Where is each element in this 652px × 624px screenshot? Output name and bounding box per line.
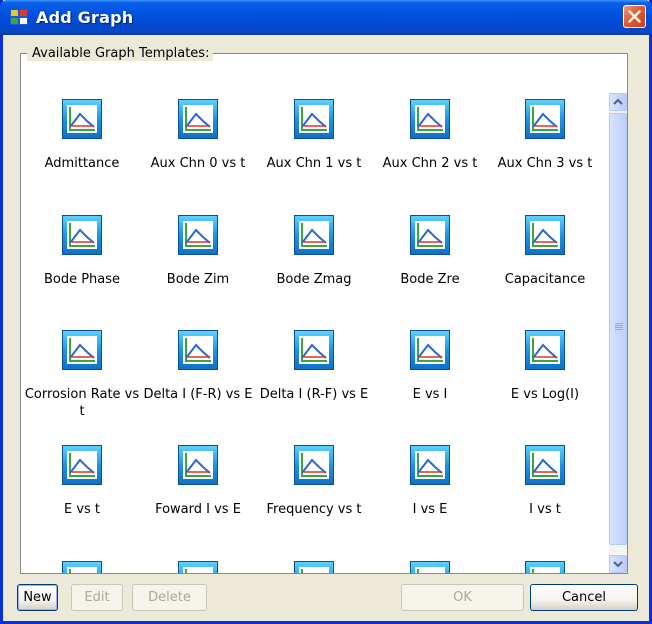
- thumb-grip-line: [615, 325, 623, 326]
- graph-template-icon: [62, 561, 102, 573]
- template-label: Aux Chn 3 vs t: [497, 156, 593, 171]
- new-button[interactable]: New: [17, 584, 58, 611]
- graph-template-icon: [62, 215, 102, 255]
- graph-template-icon: [62, 99, 102, 139]
- graph-template-icon: [178, 561, 218, 573]
- template-label: Corrosion Rate vs t: [24, 387, 140, 419]
- template-label: Foward I vs E: [155, 502, 241, 517]
- template-label: Aux Chn 1 vs t: [266, 156, 362, 171]
- template-item[interactable]: Bode Phase: [23, 215, 141, 288]
- graph-template-icon: [178, 215, 218, 255]
- scroll-thumb[interactable]: [609, 113, 627, 545]
- template-item[interactable]: Bode Zre: [371, 215, 489, 288]
- graph-template-icon: [410, 99, 450, 139]
- thumb-grip-line: [615, 327, 623, 328]
- template-item[interactable]: I vs E: [371, 445, 489, 518]
- graph-template-icon: [525, 99, 565, 139]
- window-title: Add Graph: [36, 8, 134, 27]
- template-item[interactable]: E vs I: [371, 330, 489, 403]
- template-item[interactable]: Aux Chn 0 vs t: [139, 99, 257, 172]
- template-item[interactable]: [23, 561, 141, 573]
- template-item[interactable]: Delta I (F-R) vs E: [139, 330, 257, 403]
- template-item[interactable]: Delta I (R-F) vs E: [255, 330, 373, 403]
- template-label: Bode Zim: [166, 272, 230, 287]
- title-bar[interactable]: Add Graph: [0, 0, 652, 35]
- template-item[interactable]: Capacitance: [486, 215, 604, 288]
- graph-template-icon: [178, 330, 218, 370]
- graph-template-icon: [525, 215, 565, 255]
- template-item[interactable]: E vs t: [23, 445, 141, 518]
- cancel-button[interactable]: Cancel: [530, 584, 638, 611]
- template-item[interactable]: Bode Zim: [139, 215, 257, 288]
- scroll-up-button[interactable]: [609, 93, 627, 111]
- ok-button[interactable]: OK: [401, 584, 524, 611]
- template-item[interactable]: Frequency vs t: [255, 445, 373, 518]
- graph-template-icon: [525, 561, 565, 573]
- dialog-body: Available Graph Templates: Admittance Aux…: [3, 35, 649, 621]
- template-item[interactable]: Admittance: [23, 99, 141, 172]
- template-label: Aux Chn 0 vs t: [150, 156, 246, 171]
- template-label: I vs E: [412, 502, 448, 517]
- edit-button[interactable]: Edit: [71, 584, 123, 611]
- template-label: Aux Chn 2 vs t: [382, 156, 478, 171]
- template-list[interactable]: Admittance Aux Chn 0 vs t Aux Chn 1 vs t Au…: [21, 93, 608, 573]
- graph-template-icon: [410, 445, 450, 485]
- template-item[interactable]: Bode Zmag: [255, 215, 373, 288]
- vertical-scrollbar[interactable]: [609, 93, 627, 573]
- template-item[interactable]: I vs t: [486, 445, 604, 518]
- template-label: Bode Phase: [43, 272, 121, 287]
- template-label: Bode Zmag: [276, 272, 352, 287]
- graph-template-icon: [62, 330, 102, 370]
- graph-template-icon: [294, 561, 334, 573]
- template-label: Delta I (R-F) vs E: [259, 387, 369, 402]
- add-graph-dialog: Add Graph Available Graph Templates: Adm…: [0, 0, 652, 624]
- template-item[interactable]: [139, 561, 257, 573]
- thumb-grip-line: [615, 323, 623, 324]
- app-icon: [10, 9, 28, 25]
- graph-template-icon: [178, 445, 218, 485]
- graph-template-icon: [410, 215, 450, 255]
- graph-template-icon: [525, 445, 565, 485]
- graph-template-icon: [410, 561, 450, 573]
- template-label: Frequency vs t: [266, 502, 362, 517]
- template-label: I vs t: [529, 502, 561, 517]
- graph-template-icon: [178, 99, 218, 139]
- template-label: E vs Log(I): [510, 387, 580, 402]
- graph-template-icon: [294, 445, 334, 485]
- arrow-up-icon: [613, 98, 623, 105]
- template-label: Capacitance: [504, 272, 586, 287]
- template-item[interactable]: [255, 561, 373, 573]
- template-item[interactable]: [486, 561, 604, 573]
- template-label: E vs t: [63, 502, 101, 517]
- template-item[interactable]: Corrosion Rate vs t: [23, 330, 141, 420]
- graph-template-icon: [410, 330, 450, 370]
- template-item[interactable]: E vs Log(I): [486, 330, 604, 403]
- graph-template-icon: [525, 330, 565, 370]
- graph-template-icon: [62, 445, 102, 485]
- template-label: E vs I: [412, 387, 448, 402]
- template-item[interactable]: Aux Chn 1 vs t: [255, 99, 373, 172]
- graph-template-icon: [294, 99, 334, 139]
- close-button[interactable]: [623, 5, 646, 28]
- template-label: Bode Zre: [400, 272, 460, 287]
- graph-template-icon: [294, 330, 334, 370]
- template-label: Delta I (F-R) vs E: [143, 387, 253, 402]
- delete-button[interactable]: Delete: [132, 584, 207, 611]
- templates-group-label: Available Graph Templates:: [27, 46, 214, 61]
- scroll-down-button[interactable]: [609, 555, 627, 573]
- arrow-down-icon: [613, 561, 623, 568]
- template-item[interactable]: Foward I vs E: [139, 445, 257, 518]
- template-item[interactable]: [371, 561, 489, 573]
- graph-template-icon: [294, 215, 334, 255]
- close-icon: [628, 10, 641, 23]
- template-item[interactable]: Aux Chn 3 vs t: [486, 99, 604, 172]
- thumb-grip-line: [615, 329, 623, 330]
- template-item[interactable]: Aux Chn 2 vs t: [371, 99, 489, 172]
- template-label: Admittance: [44, 156, 120, 171]
